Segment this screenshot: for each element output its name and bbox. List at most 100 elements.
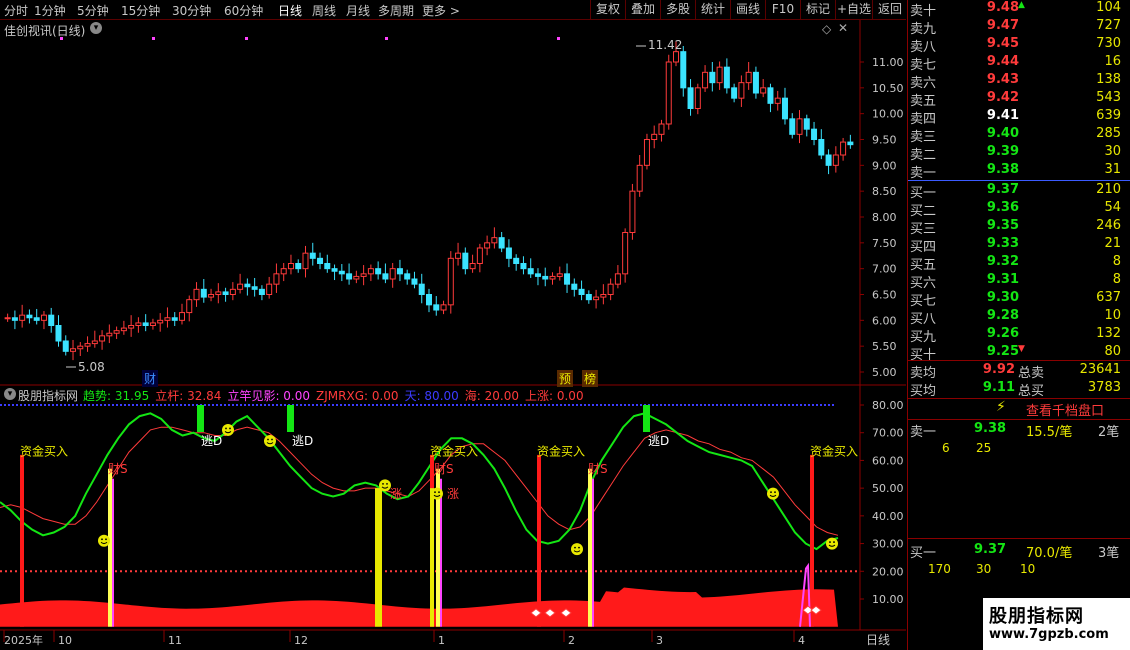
spread-divider bbox=[908, 180, 1130, 181]
candle-body bbox=[346, 273, 353, 280]
draw-line-button[interactable]: 画线 bbox=[730, 0, 765, 19]
candle-body bbox=[491, 237, 498, 244]
finance-marker[interactable]: 财 bbox=[142, 370, 159, 387]
fuquan-button[interactable]: 复权 bbox=[590, 0, 625, 19]
f10-button[interactable]: F10 bbox=[765, 0, 800, 19]
diamond-icon[interactable]: ◇ bbox=[822, 22, 831, 36]
smiley-icon bbox=[767, 487, 779, 500]
statistics-button[interactable]: 统计 bbox=[695, 0, 730, 19]
period-tab-daily[interactable]: 日线 bbox=[278, 2, 302, 19]
candle-body bbox=[309, 252, 316, 259]
sell1-orders: 6 25 bbox=[942, 441, 992, 455]
buy-row[interactable]: 买六 9.31 8 bbox=[908, 272, 1130, 291]
kline-chart-area[interactable]: 11.00 10.50 10.00 9.50 9.00 8.50 8.00 7.50 7.00 6… bbox=[0, 20, 906, 650]
buy-level-name: 买八 bbox=[910, 312, 937, 327]
buy-signal-label: 资金买入 bbox=[810, 444, 858, 459]
multi-stock-button[interactable]: 多股 bbox=[660, 0, 695, 19]
date-label: 10 bbox=[58, 634, 72, 647]
buy-volume: 54 bbox=[1104, 200, 1121, 215]
period-tab-1min[interactable]: 1分钟 bbox=[34, 2, 66, 19]
period-tab-more[interactable]: 更多 > bbox=[422, 2, 460, 19]
buy-row[interactable]: 买八 9.28 10 bbox=[908, 308, 1130, 327]
buy-row[interactable]: 买三 9.35 246 bbox=[908, 218, 1130, 237]
overlay-button[interactable]: 叠加 bbox=[625, 0, 660, 19]
candle-body bbox=[818, 139, 825, 156]
forecast-marker[interactable]: 预 bbox=[557, 370, 574, 387]
smiley-eye bbox=[382, 482, 384, 485]
close-icon[interactable]: ✕ bbox=[838, 21, 848, 35]
sell-row[interactable]: 卖一 9.38 31 bbox=[908, 162, 1130, 181]
candle-body bbox=[62, 340, 69, 352]
price-tick-label: 5.00 bbox=[872, 366, 897, 379]
indicator-chevron-icon[interactable]: ▾ bbox=[4, 388, 16, 400]
candle-body bbox=[498, 237, 505, 249]
stock-title: 佳创视讯(日线) bbox=[4, 24, 86, 38]
ranking-marker[interactable]: 榜 bbox=[582, 370, 599, 387]
sell-row[interactable]: 卖六 9.43 138 bbox=[908, 72, 1130, 91]
buy-price: 9.37 bbox=[986, 182, 1019, 197]
candle-body bbox=[55, 325, 62, 342]
sell-row[interactable]: 卖十 9.48 104 ▲ bbox=[908, 0, 1130, 19]
sell-row[interactable]: 卖三 9.40 285 bbox=[908, 126, 1130, 145]
candle-body bbox=[600, 294, 607, 298]
period-tab-weekly[interactable]: 周线 bbox=[312, 2, 336, 19]
rise-signal-label: 涨 bbox=[447, 486, 459, 501]
candle-body bbox=[149, 322, 156, 326]
sell-row[interactable]: 卖二 9.39 30 bbox=[908, 144, 1130, 163]
period-tab-60min[interactable]: 60分钟 bbox=[224, 2, 263, 19]
period-label[interactable]: 日线 bbox=[866, 631, 890, 648]
sell-level-name: 卖四 bbox=[910, 112, 937, 127]
mark-button[interactable]: 标记 bbox=[800, 0, 835, 19]
candle-body bbox=[440, 304, 447, 311]
buy-level-name: 买五 bbox=[910, 258, 937, 273]
sell-row[interactable]: 卖五 9.42 543 bbox=[908, 90, 1130, 109]
candle-body bbox=[811, 128, 818, 140]
candle-body bbox=[113, 330, 120, 334]
buy-row[interactable]: 买二 9.36 54 bbox=[908, 200, 1130, 219]
add-favorite-button[interactable]: +自选 bbox=[835, 0, 872, 19]
sell-volume: 543 bbox=[1096, 90, 1121, 105]
buy-price: 9.30 bbox=[986, 290, 1019, 305]
sell-row[interactable]: 卖七 9.44 16 bbox=[908, 54, 1130, 73]
candle-body bbox=[789, 118, 796, 135]
buy-row[interactable]: 买五 9.32 8 bbox=[908, 254, 1130, 273]
sell-row[interactable]: 卖四 9.41 639 bbox=[908, 108, 1130, 127]
sell-row[interactable]: 卖八 9.45 730 bbox=[908, 36, 1130, 55]
buy-price: 9.32 bbox=[986, 254, 1019, 269]
buy-row[interactable]: 买七 9.30 637 bbox=[908, 290, 1130, 309]
candle-body bbox=[614, 273, 621, 285]
candle-body bbox=[658, 123, 665, 135]
candle-body bbox=[665, 61, 672, 125]
price-tick-label: 6.00 bbox=[872, 314, 897, 327]
buy-volume: 246 bbox=[1096, 218, 1121, 233]
depth-button[interactable]: ⚡ 查看千档盘口 bbox=[908, 399, 1130, 419]
candle-body bbox=[4, 317, 11, 320]
indicator-tick-label: 50.00 bbox=[872, 482, 904, 495]
chevron-down-icon[interactable]: ▾ bbox=[90, 22, 102, 34]
period-tab-30min[interactable]: 30分钟 bbox=[172, 2, 211, 19]
back-button[interactable]: 返回 bbox=[872, 0, 907, 19]
period-tab-fenshi[interactable]: 分时 bbox=[4, 2, 28, 19]
sell-level-name: 卖三 bbox=[910, 130, 937, 145]
candle-body bbox=[767, 87, 774, 104]
sell-price: 9.42 bbox=[986, 90, 1019, 105]
sell-price: 9.43 bbox=[986, 72, 1019, 87]
candle-body bbox=[19, 314, 26, 321]
price-tick-label: 9.50 bbox=[872, 134, 897, 147]
buy-row[interactable]: 买一 9.37 210 bbox=[908, 182, 1130, 201]
sell-level-name: 卖六 bbox=[910, 76, 937, 91]
candle-body bbox=[505, 247, 512, 259]
buy-signal-label: 资金买入 bbox=[20, 444, 68, 459]
period-tab-15min[interactable]: 15分钟 bbox=[121, 2, 160, 19]
period-tab-monthly[interactable]: 月线 bbox=[346, 2, 370, 19]
period-tab-multi[interactable]: 多周期 bbox=[378, 2, 414, 19]
buy-row[interactable]: 买九 9.26 132 bbox=[908, 326, 1130, 345]
escape-block bbox=[643, 405, 650, 432]
sell-row[interactable]: 卖九 9.47 727 bbox=[908, 18, 1130, 37]
candle-body bbox=[331, 268, 338, 272]
period-tab-5min[interactable]: 5分钟 bbox=[77, 2, 109, 19]
price-tick-label: 7.50 bbox=[872, 237, 897, 250]
buy-row[interactable]: 买四 9.33 21 bbox=[908, 236, 1130, 255]
candle-body bbox=[803, 118, 810, 130]
escape-signal-label: 逃D bbox=[292, 434, 313, 448]
